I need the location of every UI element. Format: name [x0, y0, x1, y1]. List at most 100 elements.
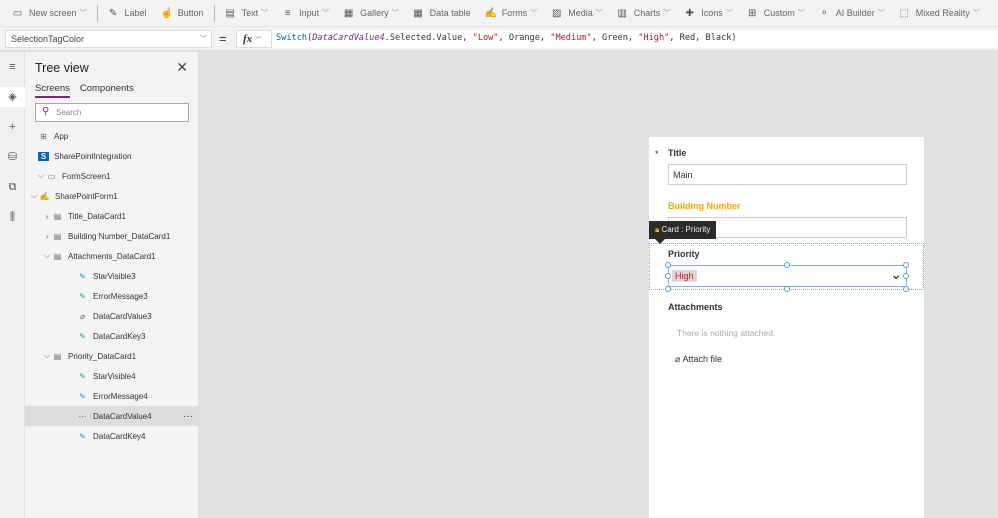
tree-item[interactable]: ✎ ErrorMessage4: [25, 386, 199, 406]
card-icon: ▤: [53, 231, 62, 241]
toolbar-label: Mixed Reality: [915, 8, 970, 18]
sharepoint-icon: S: [38, 151, 49, 161]
toolbar-label: Button: [177, 8, 204, 18]
tree-item-label: App: [54, 131, 69, 141]
edit-label-icon: ✎: [79, 371, 86, 381]
gallery-icon: ▦: [343, 7, 354, 19]
toolbar-input-button[interactable]: ≡ Input ﹀: [282, 8, 329, 19]
mixed-reality-icon: ⬚: [899, 7, 909, 19]
media-icon[interactable]: ⧉: [0, 177, 25, 197]
toolbar-text-button[interactable]: ▤ Text ﹀: [225, 7, 268, 19]
toolbar-media-button[interactable]: ▨ Media ﹀: [551, 8, 603, 19]
toolbar-label-button[interactable]: ✎ Label: [108, 8, 147, 19]
attach-file-button[interactable]: ⌀ Attach file: [675, 354, 722, 365]
tree-item[interactable]: › ▤ Title_DataCard1: [25, 206, 199, 226]
more-options-icon[interactable]: ···: [183, 411, 193, 422]
resize-handle[interactable]: [784, 286, 790, 292]
ai-builder-icon: ⚬: [820, 7, 829, 19]
formula-token: , Orange,: [498, 33, 551, 43]
tree-item[interactable]: › ▤ Building Number_DataCard1: [25, 226, 199, 246]
tree-item[interactable]: ⌵ ✍ SharePointForm1: [25, 186, 199, 206]
resize-handle[interactable]: [665, 286, 671, 292]
chevron-down-icon[interactable]: ⌵: [29, 191, 39, 201]
toolbar-button-button[interactable]: ☝ Button: [161, 8, 204, 19]
resize-handle[interactable]: [903, 286, 909, 292]
priority-dropdown[interactable]: High ⌄: [668, 265, 907, 287]
toolbar-label: Icons: [701, 8, 723, 18]
property-dropdown[interactable]: SelectionTagColor ﹀: [5, 30, 212, 48]
tree-item[interactable]: ⌵ ▤ Attachments_DataCard1: [25, 246, 199, 266]
tree-item[interactable]: ⌵ ▤ Priority_DataCard1: [25, 346, 199, 366]
tree-item-label: Building Number_DataCard1: [68, 231, 171, 241]
layers-icon[interactable]: ◈: [0, 87, 25, 107]
resize-handle[interactable]: [903, 262, 909, 268]
text-icon: ▤: [225, 7, 235, 19]
data-table-icon: ▦: [413, 7, 423, 19]
new-screen-icon: ▭: [12, 7, 23, 19]
close-icon[interactable]: ✕: [176, 59, 188, 76]
chevron-down-icon[interactable]: ⌵: [36, 171, 46, 181]
tree-item[interactable]: ✎ StarVisible4: [25, 366, 199, 386]
paperclip-icon: ⌀: [80, 311, 85, 321]
chevron-down-icon: ﹀: [322, 10, 330, 17]
toolbar-label: AI Builder: [835, 8, 875, 18]
priority-selected-tag: High: [672, 270, 697, 282]
database-icon[interactable]: ⛁: [0, 147, 25, 167]
tree-item-label: ErrorMessage3: [93, 291, 148, 301]
toolbar-data-table-button[interactable]: ▦ Data table: [413, 7, 470, 19]
toolbar-ai-builder-button[interactable]: ⚬ AI Builder ﹀: [819, 8, 885, 19]
plus-icon[interactable]: +: [0, 117, 25, 137]
toolbar-label: New screen: [29, 8, 77, 18]
tree-item[interactable]: ⊞ App: [25, 126, 199, 146]
tree-item-label: Priority_DataCard1: [68, 351, 137, 361]
chevron-down-icon: ﹀: [797, 10, 805, 17]
tree-item[interactable]: ✎ DataCardKey3: [25, 326, 199, 346]
form-icon: ✍: [39, 191, 50, 201]
tree-item[interactable]: ✎ StarVisible3: [25, 266, 199, 286]
chevron-down-icon[interactable]: ⌵: [42, 351, 52, 361]
resize-handle[interactable]: [665, 273, 671, 279]
toolbar-new-screen-button[interactable]: ▭ New screen ﹀: [12, 8, 87, 19]
tree-item[interactable]: ⋯ DataCardValue4 ···: [25, 406, 199, 426]
tree-item-label: DataCardValue4: [93, 411, 152, 421]
chevron-right-icon[interactable]: ›: [42, 232, 52, 241]
dropdown-icon: ⋯: [78, 411, 87, 421]
formula-input[interactable]: Switch(DataCardValue4.Selected.Value, "L…: [272, 30, 998, 48]
tree-item[interactable]: ✎ ErrorMessage3: [25, 286, 199, 306]
fx-button[interactable]: fx ﹀: [236, 30, 272, 48]
tree-item[interactable]: ✎ DataCardKey4: [25, 426, 199, 446]
title-input[interactable]: Main: [668, 164, 907, 185]
tree-item-label: FormScreen1: [62, 171, 111, 181]
sharepoint-form[interactable]: * Title Main Building Number Priority Hi…: [649, 137, 924, 518]
panel-title: Tree view: [35, 61, 89, 75]
toolbar-forms-button[interactable]: ✍ Forms ﹀: [485, 8, 538, 19]
resize-handle[interactable]: [784, 262, 790, 268]
resize-handle[interactable]: [665, 262, 671, 268]
tree-view-panel: Tree view ✕ Screens Components ⚲ Search ⊞…: [25, 52, 199, 518]
tools-icon[interactable]: ⫼: [0, 207, 25, 227]
toolbar-icons-button[interactable]: ✚ Icons ﹀: [684, 8, 733, 19]
search-icon: ⚲: [42, 106, 50, 117]
resize-handle[interactable]: [903, 273, 909, 279]
chevron-down-icon[interactable]: ⌵: [42, 251, 52, 261]
toolbar-label: Text: [241, 8, 259, 18]
toolbar-mixed-reality-button[interactable]: ⬚ Mixed Reality ﹀: [899, 8, 980, 19]
toolbar-label: Custom: [763, 8, 795, 18]
tree-item[interactable]: ⌀ DataCardValue3: [25, 306, 199, 326]
menu-icon[interactable]: ≡: [0, 57, 25, 77]
search-input[interactable]: ⚲ Search: [35, 103, 189, 122]
chevron-right-icon[interactable]: ›: [42, 212, 52, 221]
left-rail: ≡ ◈ + ⛁ ⧉ ⫼: [0, 52, 25, 518]
formula-token: "Low": [472, 33, 499, 43]
attachments-label: Attachments: [668, 302, 723, 312]
card-tooltip: 🔒︎ Card : Priority: [649, 221, 717, 244]
nothing-attached-text: There is nothing attached.: [677, 328, 776, 338]
toolbar-custom-button[interactable]: ⊞ Custom ﹀: [747, 8, 805, 19]
tree-item[interactable]: S SharePointIntegration: [25, 146, 199, 166]
tab-screens[interactable]: Screens: [35, 83, 70, 98]
app-icon: ⊞: [40, 131, 47, 141]
tab-components[interactable]: Components: [80, 83, 134, 98]
toolbar-gallery-button[interactable]: ▦ Gallery ﹀: [343, 8, 399, 19]
tree-item[interactable]: ⌵ ▭ FormScreen1: [25, 166, 199, 186]
toolbar-charts-button[interactable]: ▥ Charts ﹀: [617, 8, 670, 19]
